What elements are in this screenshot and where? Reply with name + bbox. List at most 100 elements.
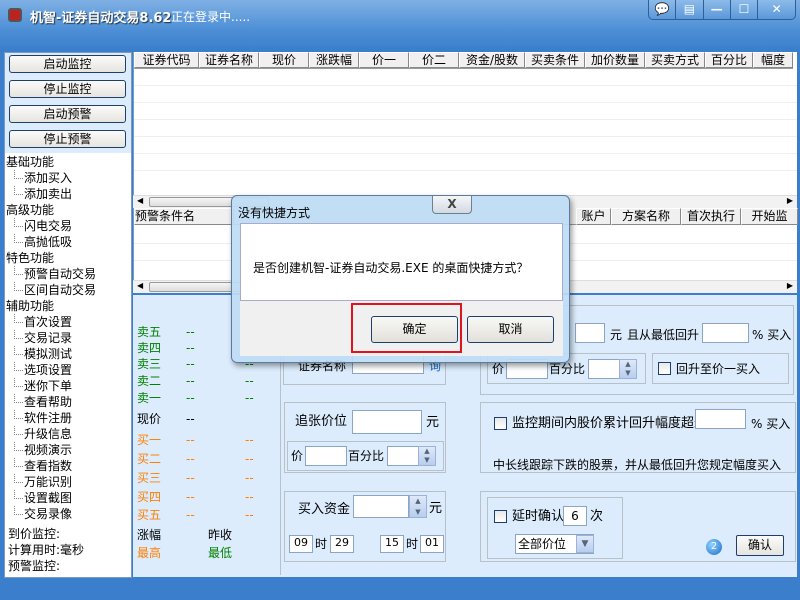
start-hour-input[interactable]: 09 bbox=[289, 535, 313, 553]
stop-alert-button[interactable]: 停止预警 bbox=[9, 130, 126, 148]
buy-fund-input[interactable] bbox=[353, 495, 409, 518]
tree-connector bbox=[14, 314, 23, 323]
tree-item[interactable]: 区间自动交易 bbox=[5, 282, 96, 298]
window-controls: 💬 ▤ — ☐ ✕ bbox=[648, 0, 796, 20]
tree-connector bbox=[14, 426, 23, 435]
minimize-button[interactable]: — bbox=[704, 0, 731, 19]
column-header[interactable]: 方案名称 bbox=[611, 208, 681, 225]
hour-unit: 时 bbox=[406, 537, 419, 551]
column-header[interactable]: 价一 bbox=[359, 52, 409, 68]
column-header[interactable]: 买卖方式 bbox=[645, 52, 705, 68]
tree-item[interactable]: 闪电交易 bbox=[5, 218, 96, 234]
percent-spinner[interactable]: ▲ ▼ bbox=[619, 359, 637, 379]
high-label: 最高 bbox=[137, 546, 162, 560]
confirm-button[interactable]: 确认 bbox=[736, 535, 784, 556]
delay-confirm-checkbox[interactable] bbox=[494, 510, 507, 523]
column-header[interactable]: 证券代码 bbox=[134, 52, 199, 68]
tree-item[interactable]: 查看指数 bbox=[5, 458, 96, 474]
tree-group-0[interactable]: 基础功能 bbox=[5, 154, 96, 170]
quote-price: -- bbox=[186, 471, 195, 485]
percent-input[interactable] bbox=[588, 359, 620, 379]
close-button[interactable]: ✕ bbox=[758, 0, 795, 19]
stop-monitor-button[interactable]: 停止监控 bbox=[9, 80, 126, 98]
tree-connector bbox=[14, 474, 23, 483]
chase-price-input[interactable] bbox=[352, 410, 422, 434]
buy-fund-label: 买入资金 bbox=[298, 502, 351, 517]
tree-item[interactable]: 交易记录 bbox=[5, 330, 96, 346]
column-header[interactable]: 首次执行 bbox=[681, 208, 741, 225]
tree-item[interactable]: 高抛低吸 bbox=[5, 234, 96, 250]
maximize-button[interactable]: ☐ bbox=[731, 0, 759, 19]
tree-item[interactable]: 交易录像 bbox=[5, 506, 96, 522]
delay-count-input[interactable]: 6 bbox=[563, 506, 587, 526]
rebound-percent-input[interactable] bbox=[702, 323, 749, 343]
start-minute-input[interactable]: 29 bbox=[330, 535, 354, 553]
tree-group-2[interactable]: 特色功能 bbox=[5, 250, 96, 266]
cancel-button[interactable]: 取消 bbox=[467, 316, 554, 343]
column-header[interactable]: 幅度 bbox=[753, 52, 793, 68]
price-label: 价 bbox=[492, 362, 505, 376]
percent-input[interactable] bbox=[387, 446, 419, 466]
tree-item[interactable]: 设置截图 bbox=[5, 490, 96, 506]
end-minute-input[interactable]: 01 bbox=[420, 535, 444, 553]
column-header[interactable]: 资金/股数 bbox=[459, 52, 525, 68]
column-header[interactable]: 买卖条件 bbox=[525, 52, 585, 68]
tree-item[interactable]: 视频演示 bbox=[5, 442, 96, 458]
tree-group-3[interactable]: 辅助功能 bbox=[5, 298, 96, 314]
quote-label: 卖一 bbox=[137, 391, 162, 405]
chevron-down-icon[interactable]: ▼ bbox=[576, 535, 594, 553]
yuan-unit: 元 bbox=[610, 328, 623, 342]
tree-connector bbox=[14, 394, 23, 403]
function-tree: 基础功能 添加买入 添加卖出 高级功能 闪电交易 高抛低吸 特色功能 预警自动交易 区间自动交易… bbox=[5, 154, 96, 522]
change-label: 涨幅 bbox=[137, 528, 162, 542]
quote-price: -- bbox=[186, 325, 195, 339]
feedback-icon[interactable]: 💬 bbox=[649, 0, 677, 19]
column-header[interactable]: 现价 bbox=[259, 52, 309, 68]
buy-fund-spinner[interactable]: ▲ ▼ bbox=[409, 495, 427, 518]
price-input[interactable] bbox=[305, 446, 347, 466]
ok-button[interactable]: 确定 bbox=[371, 316, 458, 343]
tree-item[interactable]: 模拟测试 bbox=[5, 346, 96, 362]
tree-group-1[interactable]: 高级功能 bbox=[5, 202, 96, 218]
yuan-unit: 元 bbox=[429, 501, 443, 516]
quote-label: 买二 bbox=[137, 452, 162, 466]
long-term-description: 中长线跟踪下跌的股票，并从最低回升您规定幅度买入 bbox=[493, 458, 782, 472]
tree-item[interactable]: 万能识别 bbox=[5, 474, 96, 490]
dialog-close-button[interactable]: X bbox=[432, 196, 472, 214]
column-header[interactable]: 涨跌幅 bbox=[309, 52, 359, 68]
menu-icon[interactable]: ▤ bbox=[676, 0, 704, 19]
tree-connector bbox=[14, 330, 23, 339]
tree-item[interactable]: 查看帮助 bbox=[5, 394, 96, 410]
quote-price: -- bbox=[186, 341, 195, 355]
cumulative-rebound-checkbox[interactable] bbox=[494, 417, 507, 430]
percent-label: 百分比 bbox=[348, 449, 385, 463]
help-icon[interactable]: 2 bbox=[706, 539, 722, 555]
column-header[interactable]: 价二 bbox=[409, 52, 459, 68]
rebound-to-price1-checkbox[interactable] bbox=[658, 362, 671, 375]
tree-item[interactable]: 选项设置 bbox=[5, 362, 96, 378]
tree-item[interactable]: 添加买入 bbox=[5, 170, 96, 186]
column-header[interactable]: 加价数量 bbox=[585, 52, 645, 68]
tree-item[interactable]: 首次设置 bbox=[5, 314, 96, 330]
column-header[interactable]: 百分比 bbox=[705, 52, 753, 68]
quote-volume: -- bbox=[245, 471, 254, 485]
tree-connector bbox=[14, 346, 23, 355]
tree-item[interactable]: 迷你下单 bbox=[5, 378, 96, 394]
column-header[interactable]: 开始监 bbox=[741, 208, 798, 225]
column-header[interactable]: 预警条件名 bbox=[134, 208, 234, 225]
start-alert-button[interactable]: 启动预警 bbox=[9, 105, 126, 123]
quote-label: 卖四 bbox=[137, 341, 162, 355]
start-monitor-button[interactable]: 启动监控 bbox=[9, 55, 126, 73]
cumulative-rebound-input[interactable] bbox=[695, 409, 746, 429]
tree-item[interactable]: 软件注册 bbox=[5, 410, 96, 426]
tree-item[interactable]: 预警自动交易 bbox=[5, 266, 96, 282]
status-bar bbox=[0, 578, 800, 600]
end-hour-input[interactable]: 15 bbox=[380, 535, 404, 553]
column-header[interactable]: 证券名称 bbox=[199, 52, 259, 68]
column-header[interactable]: 账户 bbox=[576, 208, 611, 225]
rebound-price-input[interactable] bbox=[575, 323, 605, 343]
tree-item[interactable]: 添加卖出 bbox=[5, 186, 96, 202]
tree-item[interactable]: 升级信息 bbox=[5, 426, 96, 442]
percent-spinner[interactable]: ▲ ▼ bbox=[418, 446, 436, 466]
tree-connector bbox=[14, 410, 23, 419]
